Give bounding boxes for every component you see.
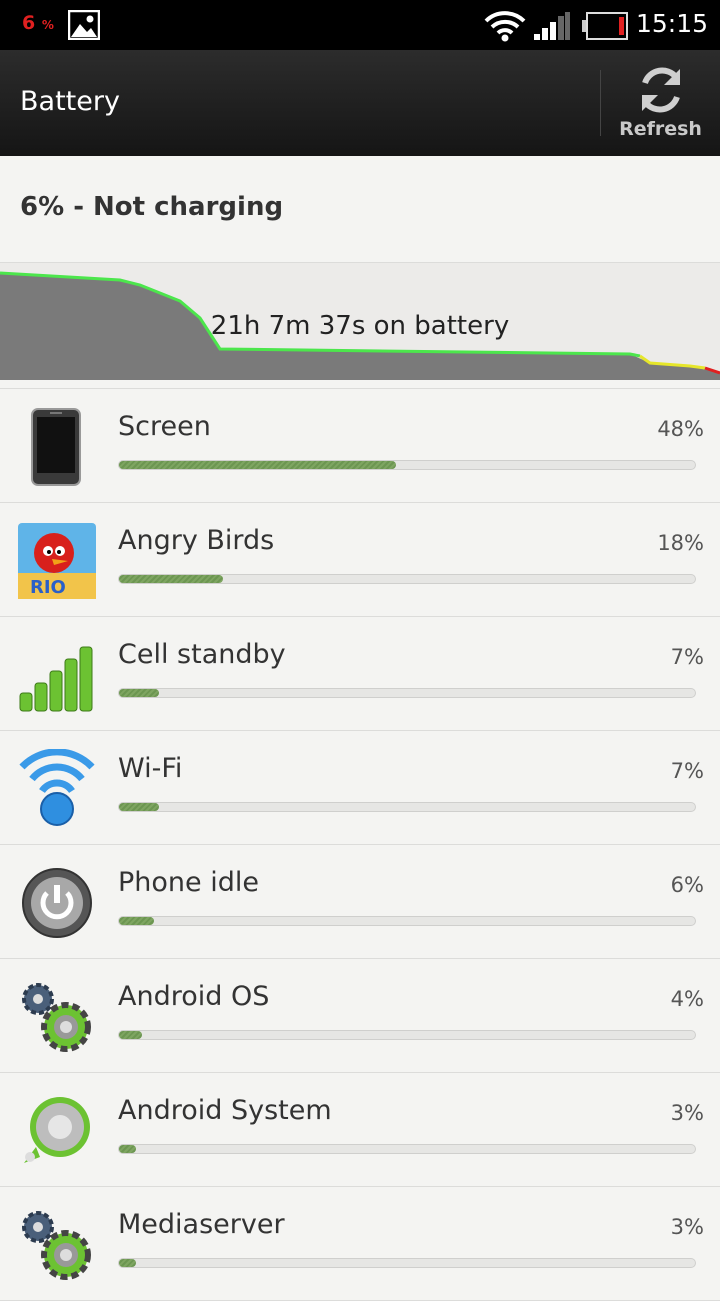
usage-name: Wi-Fi <box>118 753 183 784</box>
status-bar: 6 % 15:15 <box>0 0 720 50</box>
battery-history-graph[interactable]: 21h 7m 37s on battery <box>0 263 720 380</box>
usage-percent: 18% <box>657 531 704 555</box>
android-system-icon <box>24 1097 90 1163</box>
usage-bar <box>118 574 696 584</box>
usage-bar-fill <box>119 917 154 925</box>
refresh-button[interactable]: Refresh <box>601 50 720 156</box>
usage-row-android-os[interactable]: Android OS 4% <box>0 959 720 1073</box>
usage-name: Android OS <box>118 981 270 1012</box>
cell-signal-icon <box>19 646 93 712</box>
usage-row-screen[interactable]: Screen 48% <box>0 389 720 503</box>
usage-bar <box>118 688 696 698</box>
usage-row-android-system[interactable]: Android System 3% <box>0 1073 720 1187</box>
usage-percent: 48% <box>657 417 704 441</box>
usage-name: Android System <box>118 1095 332 1126</box>
wifi-icon <box>484 11 526 42</box>
usage-percent: 4% <box>670 987 704 1011</box>
usage-row-wifi[interactable]: Wi-Fi 7% <box>0 731 720 845</box>
usage-bar <box>118 460 696 470</box>
image-icon <box>68 10 100 40</box>
usage-row-phone-idle[interactable]: Phone idle 6% <box>0 845 720 959</box>
status-time: 15:15 <box>635 9 708 38</box>
page-title: Battery <box>20 86 120 117</box>
graph-divider <box>0 380 720 389</box>
usage-percent: 3% <box>670 1215 704 1239</box>
usage-bar <box>118 1144 696 1154</box>
usage-bar-fill <box>119 1145 137 1153</box>
battery-percent-value: 6 <box>22 12 36 34</box>
usage-row-angry-birds[interactable]: RIO Angry Birds 18% <box>0 503 720 617</box>
phone-icon <box>31 408 81 486</box>
usage-percent: 7% <box>670 759 704 783</box>
usage-bar-fill <box>119 575 224 583</box>
usage-bar <box>118 1258 696 1268</box>
usage-bar-fill <box>119 461 397 469</box>
svg-text:RIO: RIO <box>30 577 66 598</box>
status-battery-percent: 6 % <box>22 12 54 34</box>
usage-percent: 7% <box>670 645 704 669</box>
battery-percent-unit: % <box>41 18 54 32</box>
usage-name: Mediaserver <box>118 1209 285 1240</box>
usage-bar-fill <box>119 1259 137 1267</box>
refresh-icon <box>642 67 680 113</box>
time-on-battery-label: 21h 7m 37s on battery <box>210 311 510 341</box>
usage-percent: 3% <box>670 1101 704 1125</box>
gears-icon <box>22 1211 91 1280</box>
usage-name: Phone idle <box>118 867 259 898</box>
usage-percent: 6% <box>670 873 704 897</box>
refresh-label: Refresh <box>619 118 702 140</box>
battery-icon <box>582 12 628 40</box>
usage-bar <box>118 1030 696 1040</box>
usage-row-cell-standby[interactable]: Cell standby 7% <box>0 617 720 731</box>
action-bar: Battery Refresh <box>0 50 720 156</box>
usage-bar-fill <box>119 1031 143 1039</box>
battery-summary: 6% - Not charging <box>0 156 720 263</box>
usage-bar-fill <box>119 803 160 811</box>
usage-name: Angry Birds <box>118 525 275 556</box>
power-icon <box>22 868 92 938</box>
battery-usage-list: Screen 48% RIO Angry Birds 18% Cell stan… <box>0 389 720 1301</box>
usage-bar <box>118 916 696 926</box>
usage-name: Screen <box>118 411 211 442</box>
gears-icon <box>22 983 91 1052</box>
usage-bar <box>118 802 696 812</box>
usage-name: Cell standby <box>118 639 286 670</box>
usage-row-mediaserver[interactable]: Mediaserver 3% <box>0 1187 720 1301</box>
angry-birds-icon: RIO <box>18 523 96 599</box>
signal-icon <box>534 12 570 40</box>
battery-status-text: 6% - Not charging <box>20 192 284 222</box>
wifi-icon <box>19 749 95 826</box>
usage-bar-fill <box>119 689 160 697</box>
